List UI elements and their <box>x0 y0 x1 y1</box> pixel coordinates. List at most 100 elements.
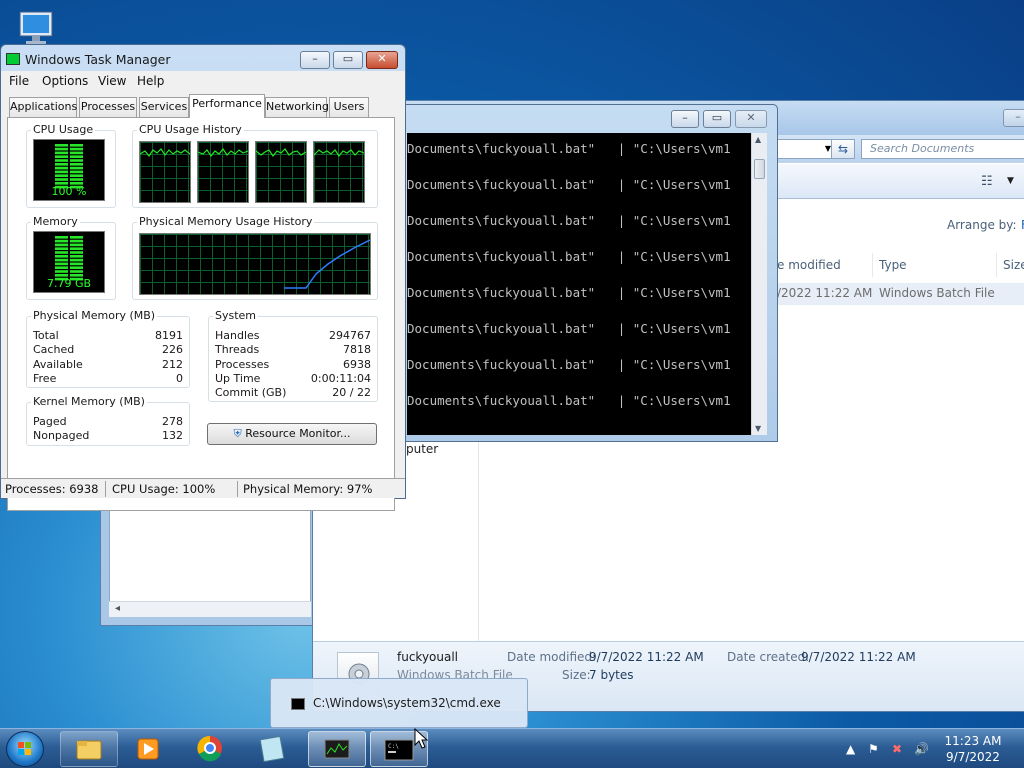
taskbar-thumbnail-preview[interactable]: C:\Windows\system32\cmd.exe <box>270 678 528 728</box>
meter-segment <box>70 239 83 243</box>
taskbar-chrome-button[interactable] <box>182 731 240 767</box>
cmd-console[interactable]: Documents\fuckyouall.bat" | "C:\Users\vm… <box>407 133 751 435</box>
system-group: System Handles 294767 Threads 7818 Process… <box>208 309 378 402</box>
column-type[interactable]: Type <box>873 253 997 277</box>
meter-segment <box>55 155 68 158</box>
cpu-history-label: CPU Usage History <box>137 123 244 136</box>
system-label: System <box>213 309 259 322</box>
maximize-button[interactable]: ▭ <box>333 51 363 69</box>
mouse-cursor-icon <box>414 728 428 749</box>
close-button[interactable]: ✕ <box>366 51 398 69</box>
memory-meter: 7.79 GB <box>33 231 105 293</box>
meter-segment <box>70 170 83 174</box>
view-options-icon[interactable]: ☷ <box>981 174 993 189</box>
volume-icon[interactable]: 🔊 <box>914 742 929 756</box>
menu-help[interactable]: Help <box>137 74 164 88</box>
column-size[interactable]: Size <box>997 253 1024 277</box>
resource-monitor-button[interactable]: ⛨ Resource Monitor... <box>207 423 377 445</box>
tab-services[interactable]: Services <box>139 97 189 117</box>
cpu-core-graph <box>255 141 307 203</box>
console-line: Documents\fuckyouall.bat" | "C:\Users\vm… <box>407 285 731 300</box>
tab-networking[interactable]: Networking <box>265 97 329 117</box>
taskbar-task-manager-button[interactable] <box>308 731 366 767</box>
console-line: Documents\fuckyouall.bat" | "C:\Users\vm… <box>407 321 731 336</box>
menu-file[interactable]: File <box>9 74 29 88</box>
horizontal-scrollbar[interactable]: ◂ <box>109 601 311 617</box>
tab-applications[interactable]: Applications <box>9 97 77 117</box>
meter-segment <box>70 262 83 266</box>
meter-segment <box>55 147 68 151</box>
details-size-value: 7 bytes <box>589 668 634 682</box>
menu-bar: File Options View Help <box>1 71 405 91</box>
meter-segment <box>70 166 83 170</box>
shield-icon: ⛨ <box>233 427 242 440</box>
cpu-usage-group: CPU Usage 100 % <box>26 123 116 208</box>
meter-segment <box>55 166 68 170</box>
status-processes: Processes: 6938 <box>5 482 99 496</box>
scroll-down-arrow-icon[interactable]: ▼ <box>755 424 761 433</box>
taskbar-explorer-button[interactable] <box>60 731 118 767</box>
search-input[interactable]: Search Documents <box>861 139 1024 159</box>
tab-users[interactable]: Users <box>329 97 369 117</box>
scroll-left-arrow-icon[interactable]: ◂ <box>115 603 120 614</box>
start-button[interactable] <box>6 731 44 767</box>
meter-segment <box>55 178 68 181</box>
show-hidden-icons-icon[interactable]: ▲ <box>846 742 855 756</box>
physical-memory-label: Physical Memory (MB) <box>31 309 158 322</box>
meter-segment <box>70 251 83 254</box>
meter-segment <box>70 243 83 247</box>
svg-text:C:\: C:\ <box>388 743 399 750</box>
action-center-icon[interactable]: ⚑ <box>868 742 879 756</box>
kernel-memory-label: Kernel Memory (MB) <box>31 395 147 408</box>
menu-options[interactable]: Options <box>42 74 88 88</box>
minimize-button[interactable]: – <box>300 51 330 69</box>
cmd-close-button[interactable]: ✕ <box>735 110 767 128</box>
task-manager-body: Applications Processes Services Performa… <box>1 91 405 511</box>
meter-segment <box>55 255 68 258</box>
menu-view[interactable]: View <box>98 74 126 88</box>
nav-item-computer[interactable]: puter <box>406 442 438 456</box>
console-line: Documents\fuckyouall.bat" | "C:\Users\vm… <box>407 357 731 372</box>
thumbnail-title: C:\Windows\system32\cmd.exe <box>313 696 501 710</box>
scroll-up-arrow-icon[interactable]: ▲ <box>755 135 761 144</box>
cpu-usage-value: 100 % <box>51 185 87 198</box>
cmd-vertical-scrollbar[interactable]: ▲ ▼ <box>751 133 767 435</box>
file-row-type: Windows Batch File <box>879 286 995 300</box>
task-manager-window[interactable]: Windows Task Manager – ▭ ✕ File Options … <box>0 44 406 511</box>
column-date-modified[interactable]: e modified <box>771 253 873 277</box>
network-disconnected-icon[interactable]: ✖ <box>892 742 902 756</box>
memory-group: Memory 7.79 GB <box>26 215 116 300</box>
meter-segment <box>55 144 68 147</box>
console-line: Documents\fuckyouall.bat" | "C:\Users\vm… <box>407 177 731 192</box>
taskbar: C:\ ▲ ⚑ ✖ 🔊 11:23 AM 9/7/2022 <box>0 728 1024 768</box>
scroll-thumb[interactable] <box>754 159 765 179</box>
computer-desktop-icon[interactable] <box>14 8 60 48</box>
view-dropdown-icon[interactable]: ▼ <box>1007 176 1014 186</box>
cmd-icon <box>291 698 305 710</box>
details-modified-label: Date modified: <box>507 650 597 664</box>
taskbar-media-player-button[interactable] <box>120 731 178 767</box>
meter-segment <box>55 258 68 262</box>
chrome-icon <box>197 735 222 762</box>
meter-segment <box>55 236 68 239</box>
details-modified-value: 9/7/2022 11:22 AM <box>589 650 704 664</box>
system-clock[interactable]: 11:23 AM 9/7/2022 <box>930 733 1016 765</box>
taskbar-notepad-button[interactable] <box>244 731 302 767</box>
meter-segment <box>70 155 83 158</box>
physical-memory-group: Physical Memory (MB) Total 8191 Cached 226… <box>26 309 190 388</box>
explorer-minimize-button[interactable]: – <box>1003 109 1024 127</box>
meter-segment <box>70 258 83 262</box>
details-size-label: Size: <box>562 668 591 682</box>
console-line: Documents\fuckyouall.bat" | "C:\Users\vm… <box>407 249 731 264</box>
tab-processes[interactable]: Processes <box>79 97 137 117</box>
console-line: Documents\fuckyouall.bat" | "C:\Users\vm… <box>407 213 731 228</box>
meter-segment <box>55 270 68 273</box>
task-manager-icon <box>324 739 350 759</box>
memory-value: 7.79 GB <box>46 277 92 290</box>
cmd-window[interactable]: – ▭ ✕ Documents\fuckyouall.bat" | "C:\Us… <box>398 104 778 442</box>
tab-performance[interactable]: Performance <box>189 94 265 118</box>
windows-logo-icon <box>18 742 31 755</box>
cmd-maximize-button[interactable]: ▭ <box>703 110 731 128</box>
cmd-minimize-button[interactable]: – <box>671 110 699 128</box>
refresh-button[interactable]: ⇆ <box>831 139 855 159</box>
